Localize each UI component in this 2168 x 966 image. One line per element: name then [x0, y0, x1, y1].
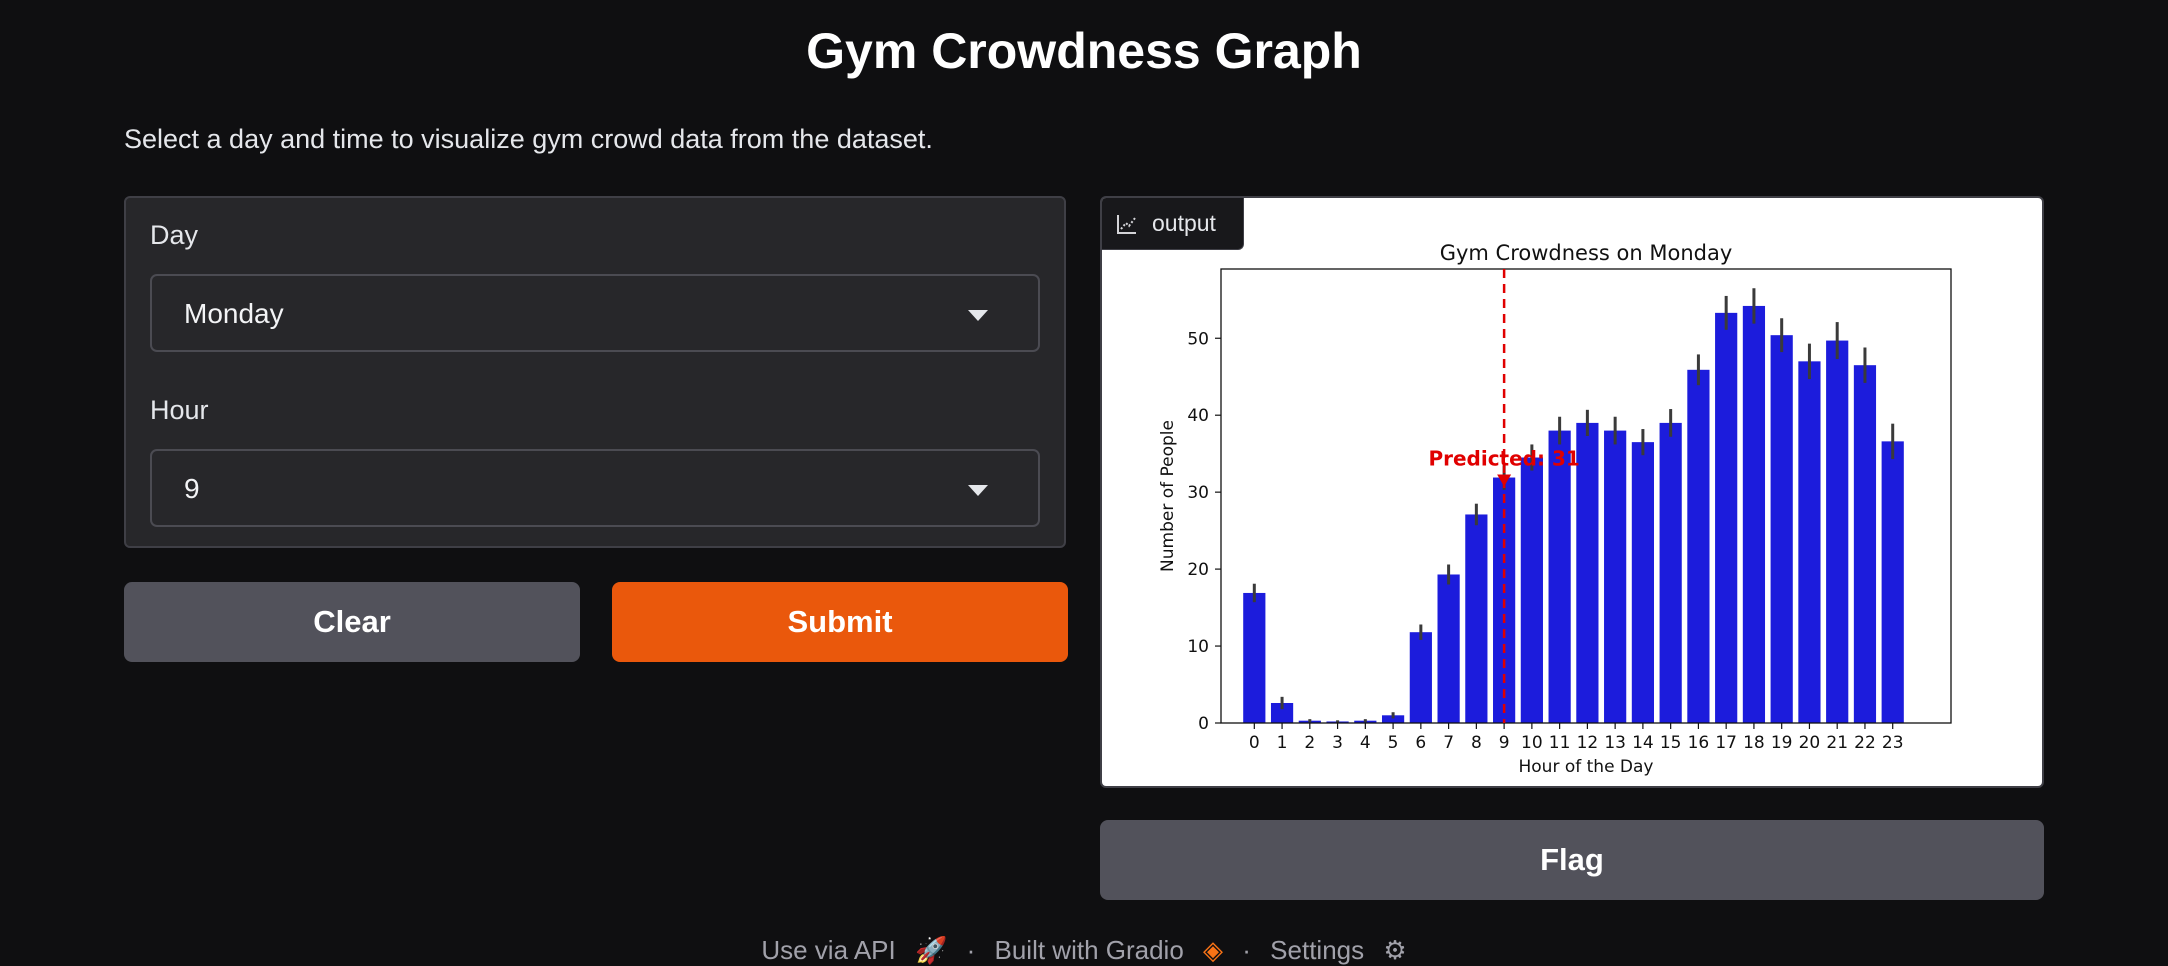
- chart-bar: [1409, 632, 1432, 723]
- y-tick-label: 40: [1187, 406, 1209, 426]
- x-tick-label: 13: [1604, 733, 1626, 753]
- x-tick-label: 9: [1499, 733, 1510, 753]
- x-tick-label: 20: [1799, 733, 1821, 753]
- flag-button[interactable]: Flag: [1100, 820, 2044, 900]
- x-tick-label: 5: [1388, 733, 1399, 753]
- x-tick-label: 3: [1332, 733, 1343, 753]
- chart-bar: [1826, 340, 1849, 723]
- x-tick-label: 6: [1415, 733, 1426, 753]
- day-dropdown[interactable]: Monday: [150, 274, 1040, 352]
- chevron-down-icon: [968, 310, 988, 321]
- y-tick-label: 30: [1187, 483, 1209, 503]
- x-tick-label: 10: [1521, 733, 1543, 753]
- y-tick-label: 10: [1187, 637, 1209, 657]
- chart-bar: [1520, 457, 1543, 723]
- hour-dropdown-value: 9: [184, 473, 200, 504]
- x-tick-label: 14: [1632, 733, 1654, 753]
- footer: Use via API 🚀 · Built with Gradio ◈ · Se…: [0, 935, 2168, 966]
- chart-bar: [1770, 335, 1793, 723]
- chart-bar: [1881, 441, 1904, 723]
- hour-dropdown[interactable]: 9: [150, 449, 1040, 527]
- input-panel: Day Monday Hour 9: [124, 196, 1066, 548]
- x-tick-label: 17: [1715, 733, 1737, 753]
- y-tick-label: 0: [1198, 714, 1209, 734]
- x-tick-label: 15: [1660, 733, 1682, 753]
- x-tick-label: 16: [1688, 733, 1710, 753]
- chart-icon: [1117, 214, 1136, 234]
- bar-chart: Gym Crowdness on Monday0 1 2 3 4 5 6 7 8 9 10 11 12 1…: [1158, 241, 1952, 777]
- x-tick-label: 7: [1443, 733, 1454, 753]
- x-tick-label: 12: [1577, 733, 1599, 753]
- x-tick-label: 11: [1549, 733, 1571, 753]
- x-tick-label: 21: [1826, 733, 1848, 753]
- page-description: Select a day and time to visualize gym c…: [124, 124, 933, 154]
- chart-bar: [1659, 422, 1682, 723]
- chart-bar: [1715, 312, 1738, 723]
- chart-bar: [1437, 574, 1460, 723]
- day-label: Day: [150, 220, 199, 250]
- chart-bar: [1687, 369, 1710, 723]
- x-tick-label: 8: [1471, 733, 1482, 753]
- chevron-down-icon: [968, 485, 988, 496]
- x-tick-label: 0: [1249, 733, 1260, 753]
- y-axis-label: Number of People: [1158, 420, 1178, 572]
- chart-bar: [1604, 430, 1627, 723]
- x-tick-label: 18: [1743, 733, 1765, 753]
- x-tick-label: 2: [1304, 733, 1315, 753]
- x-axis-label: Hour of the Day: [1518, 757, 1653, 777]
- chart-bar: [1548, 430, 1571, 723]
- output-label: output: [1102, 198, 1244, 250]
- x-tick-label: 1: [1277, 733, 1288, 753]
- chart-bar: [1243, 592, 1266, 723]
- chart-bar: [1742, 305, 1766, 723]
- y-tick-label: 20: [1187, 560, 1209, 580]
- page-title: Gym Crowdness Graph: [806, 23, 1362, 79]
- y-tick-label: 50: [1187, 329, 1209, 349]
- hour-label: Hour: [150, 395, 209, 425]
- day-dropdown-value: Monday: [184, 298, 284, 329]
- x-tick-label: 19: [1771, 733, 1793, 753]
- chart-title: Gym Crowdness on Monday: [1440, 241, 1733, 265]
- chart-bar: [1853, 365, 1877, 723]
- x-tick-label: 4: [1360, 733, 1371, 753]
- output-label-text: output: [1152, 210, 1216, 236]
- prediction-annotation: Predicted: 31: [1428, 446, 1579, 470]
- x-tick-label: 23: [1882, 733, 1904, 753]
- chart-bar: [1465, 514, 1488, 723]
- chart-bar: [1798, 361, 1821, 723]
- submit-button[interactable]: Submit: [612, 582, 1068, 662]
- clear-button[interactable]: Clear: [124, 582, 580, 662]
- output-panel: Gym Crowdness on Monday 0 1 2 3 4 5 6 7 8 9 10 11 12 1…: [1100, 196, 2044, 788]
- x-tick-label: 22: [1854, 733, 1876, 753]
- chart-bar: [1631, 442, 1655, 723]
